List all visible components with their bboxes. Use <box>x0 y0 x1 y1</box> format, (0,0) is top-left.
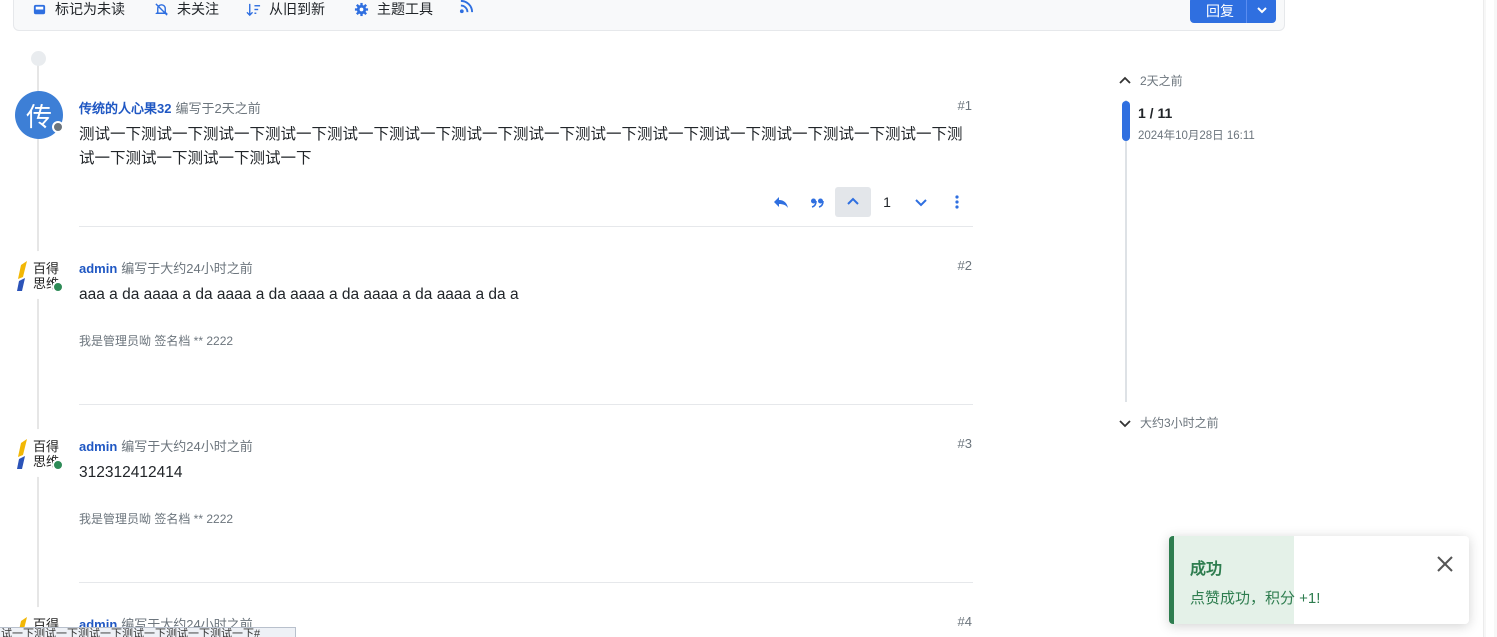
reply-post-button[interactable] <box>763 187 799 217</box>
chevron-up-icon <box>1119 76 1131 84</box>
post-divider <box>79 404 973 405</box>
post-signature: 我是管理员呦 签名档 ** 2222 <box>79 512 234 526</box>
rss-button[interactable] <box>459 0 474 14</box>
post-actions: 1 <box>763 187 975 217</box>
post-3: 百得 思维 admin 编写于大约24小时之前 #3 312312412414 我… <box>15 429 975 589</box>
reply-options-button[interactable] <box>1246 0 1276 23</box>
sort-icon <box>246 3 261 16</box>
author-link[interactable]: admin <box>79 439 117 454</box>
topic-tools-button[interactable]: 主题工具 <box>354 0 433 19</box>
sort-label: 从旧到新 <box>269 1 325 17</box>
mark-unread-button[interactable]: 标记为未读 <box>32 0 125 19</box>
status-offline-dot <box>52 121 64 133</box>
timeline-start-dot <box>31 51 46 66</box>
post-header: 传统的人心果32 编写于2天之前 <box>79 98 975 118</box>
reply-arrow-icon <box>774 197 788 208</box>
post-2: 百得 思维 admin 编写于大约24小时之前 #2 aaa a da aaaa … <box>15 251 975 411</box>
quote-icon <box>811 198 824 208</box>
toast-message: 点赞成功，积分 +1! <box>1190 590 1321 607</box>
post-divider <box>79 582 973 583</box>
post-index[interactable]: #2 <box>958 258 972 273</box>
success-toast: 成功 点赞成功，积分 +1! <box>1169 536 1469 624</box>
post-content: 测试一下测试一下测试一下测试一下测试一下测试一下测试一下测试一下测试一下测试一下… <box>79 126 963 167</box>
chevron-up-icon <box>847 197 859 205</box>
scrollbar-thumb[interactable] <box>1486 0 1494 637</box>
author-link[interactable]: 传统的人心果32 <box>79 101 171 116</box>
page-scrollbar[interactable] <box>1483 0 1497 637</box>
upvote-button[interactable] <box>835 187 871 217</box>
unwatch-label: 未关注 <box>177 1 219 17</box>
unwatch-button[interactable]: 未关注 <box>154 0 219 19</box>
bell-slash-icon <box>155 2 168 16</box>
close-icon[interactable] <box>1435 554 1455 574</box>
navigator-top[interactable]: 2天之前 <box>1118 72 1183 89</box>
reply-button-group: 回复 <box>1190 0 1276 23</box>
navigator-position: 1 / 11 <box>1138 105 1173 121</box>
post-divider <box>79 226 973 227</box>
status-online-dot <box>52 459 64 471</box>
quote-button[interactable] <box>799 187 835 217</box>
reply-button[interactable]: 回复 <box>1190 0 1246 23</box>
toast-progress <box>1169 536 1294 624</box>
navigator-handle[interactable] <box>1122 101 1130 141</box>
post-content: aaa a da aaaa a da aaaa a da aaaa a da a… <box>79 286 519 303</box>
toast-title: 成功 <box>1190 561 1223 578</box>
post-header: admin 编写于大约24小时之前 <box>79 436 975 456</box>
rss-icon <box>459 0 474 14</box>
chevron-down-icon <box>915 199 927 207</box>
kebab-icon <box>955 195 959 209</box>
navigator-date: 2024年10月28日 16:11 <box>1138 130 1255 142</box>
navigator-bottom-label: 大约3小时之前 <box>1140 416 1219 430</box>
post-index[interactable]: #4 <box>958 614 972 629</box>
post-timestamp[interactable]: 编写于2天之前 <box>175 101 260 116</box>
chevron-down-icon <box>1256 7 1267 14</box>
post-signature: 我是管理员呦 签名档 ** 2222 <box>79 334 234 348</box>
navigator-top-label: 2天之前 <box>1140 74 1183 88</box>
post-1: 传 传统的人心果32 编写于2天之前 #1 测试一下测试一下测试一下测试一下测试一… <box>15 91 975 231</box>
navigator-track[interactable] <box>1125 100 1127 402</box>
link-tooltip: 试一下测试一下测试一下测试一下测试一下测试一下# <box>0 627 296 637</box>
navigator-bottom[interactable]: 大约3小时之前 <box>1118 414 1219 431</box>
post-timestamp[interactable]: 编写于大约24小时之前 <box>121 439 252 454</box>
post-header: admin 编写于大约24小时之前 <box>79 258 975 278</box>
post-index[interactable]: #3 <box>958 436 972 451</box>
inbox-icon <box>33 4 46 14</box>
post-content: 312312412414 <box>79 464 183 481</box>
topic-tools-label: 主题工具 <box>377 1 433 17</box>
toast-accent-bar <box>1169 536 1174 624</box>
gear-icon <box>354 2 369 16</box>
topic-toolbar: 标记为未读 未关注 从旧到新 主题工具 回复 <box>13 0 1285 31</box>
author-link[interactable]: admin <box>79 261 117 276</box>
status-online-dot <box>52 281 64 293</box>
downvote-button[interactable] <box>903 187 939 217</box>
vote-count[interactable]: 1 <box>871 194 903 210</box>
mark-unread-label: 标记为未读 <box>55 1 125 17</box>
post-timestamp[interactable]: 编写于大约24小时之前 <box>121 261 252 276</box>
more-options-button[interactable] <box>939 187 975 217</box>
sort-button[interactable]: 从旧到新 <box>246 0 325 19</box>
chevron-down-icon <box>1119 419 1131 427</box>
svg-text:百得: 百得 <box>33 439 59 455</box>
logo-text: 百得 <box>33 261 59 277</box>
post-index[interactable]: #1 <box>958 98 972 113</box>
